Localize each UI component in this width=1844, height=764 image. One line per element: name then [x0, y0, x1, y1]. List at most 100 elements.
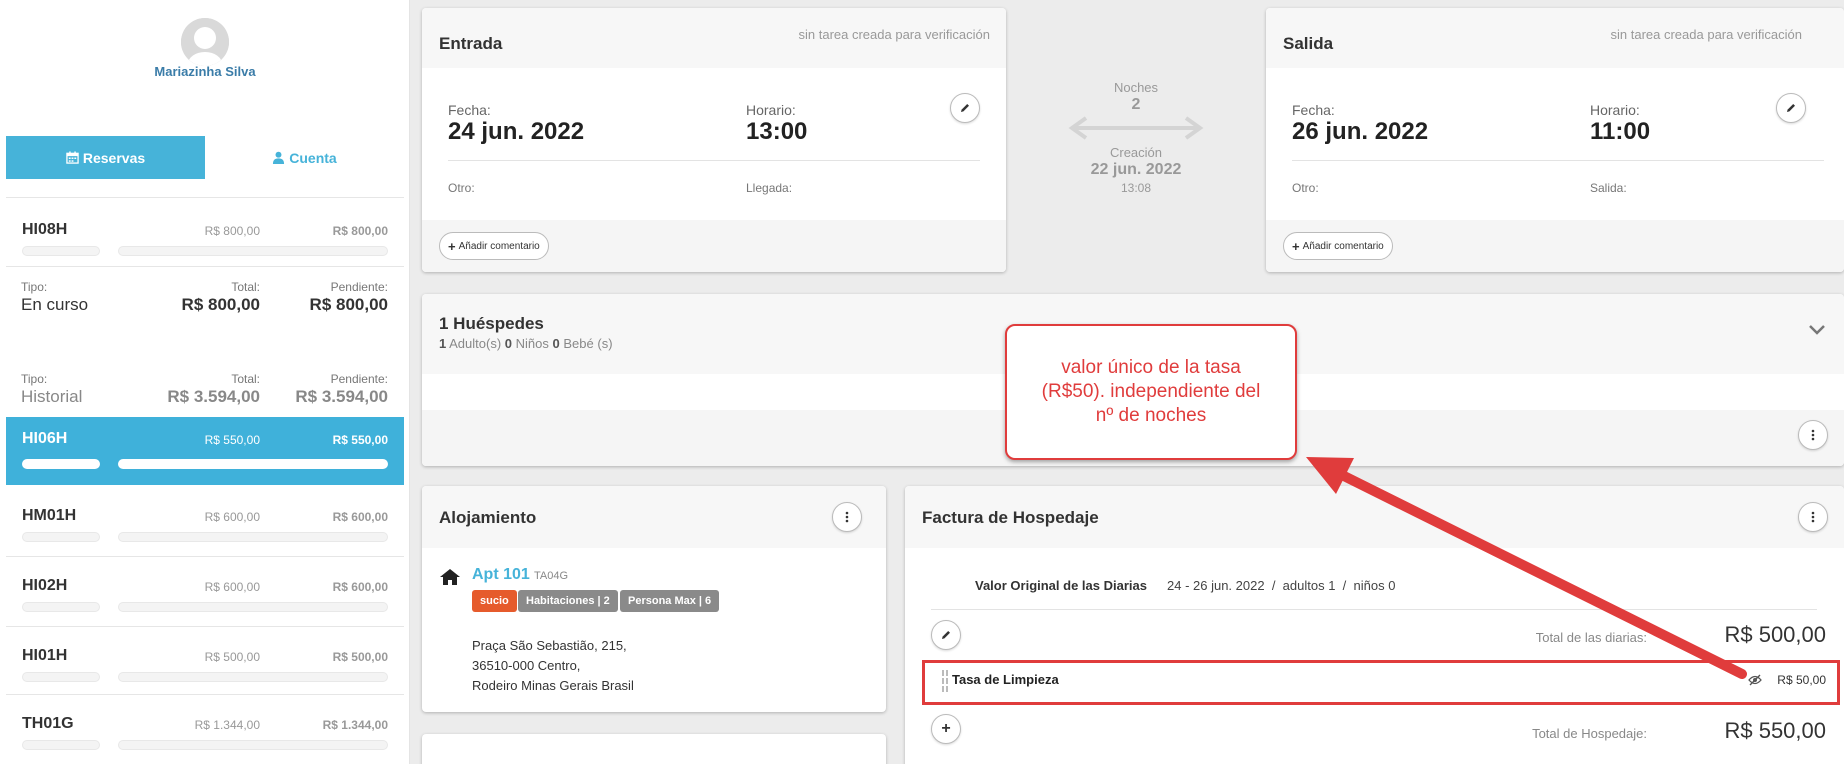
reservation-code: TH01G [22, 715, 74, 732]
separator-text: / [1268, 578, 1280, 593]
tipo-value: En curso [21, 295, 89, 314]
more-options-button[interactable] [832, 502, 862, 532]
annotation-callout: valor único de la tasa (R$50). independi… [1005, 324, 1297, 460]
kids-count: 0 [504, 336, 513, 351]
add-comment-label: Añadir comentario [458, 240, 540, 252]
pending-label: Pendiente: [330, 372, 388, 386]
pencil-icon [1787, 104, 1795, 112]
reservation-pending: R$ 800,00 [332, 224, 388, 238]
add-comment-button[interactable]: + Añadir comentario [439, 232, 549, 260]
total-hospedaje-label: Total de Hospedaje: [1532, 726, 1647, 741]
reservation-row[interactable]: HM01H R$ 600,00 R$ 600,00 [6, 494, 404, 550]
tab-cuenta[interactable]: Cuenta [205, 136, 404, 179]
reservation-total: R$ 800,00 [204, 224, 260, 238]
address-line: Praça São Sebastião, 215, [472, 638, 627, 653]
user-avatar-icon [181, 18, 229, 66]
max-persons-badge: Persona Max | 6 [620, 590, 720, 612]
adults-text: adultos 1 [1282, 578, 1336, 593]
reservation-code: HI01H [22, 647, 68, 664]
salida-title: Salida [1283, 34, 1334, 53]
avatar[interactable] [181, 18, 229, 66]
edit-button[interactable] [1776, 93, 1806, 123]
user-icon [272, 151, 285, 164]
tab-reservas-label: Reservas [82, 149, 146, 166]
double-arrow-icon [1068, 116, 1204, 140]
salida-label: Salida: [1590, 181, 1627, 195]
babies-count: 0 [552, 336, 560, 351]
progress-bar [118, 672, 388, 682]
llegada-label: Llegada: [746, 181, 793, 195]
reservation-total: R$ 1.344,00 [194, 718, 260, 732]
divider [6, 556, 404, 557]
original-date-range: 24 - 26 jun. 2022 / adultos 1 / niños 0 [1167, 578, 1395, 593]
reservation-total: R$ 500,00 [204, 650, 260, 664]
tab-cuenta-label: Cuenta [289, 149, 337, 166]
creacion-label: Creación [1109, 145, 1163, 160]
tab-reservas[interactable]: Reservas [6, 136, 205, 179]
total-value: R$ 800,00 [181, 295, 260, 314]
alojamiento-title: Alojamiento [439, 508, 537, 527]
reservation-row[interactable]: HI08H R$ 800,00 R$ 800,00 [6, 208, 404, 264]
progress-bar [22, 602, 100, 612]
horario-value: 11:00 [1590, 118, 1651, 145]
guests-title: 1 Huéspedes [439, 314, 544, 333]
progress-bar [118, 532, 388, 542]
summary-history: Tipo: Historial Total: R$ 3.594,00 Pendi… [6, 372, 404, 420]
next-card [422, 734, 886, 764]
divider [1292, 160, 1824, 161]
apartment-link[interactable]: Apt 101 [472, 566, 530, 584]
more-options-button[interactable] [1798, 420, 1828, 450]
divider [6, 694, 404, 695]
total-label: Total: [231, 280, 260, 294]
entrada-title: Entrada [439, 34, 503, 53]
progress-bar [22, 246, 100, 256]
address-line: 36510-000 Centro, [472, 658, 581, 673]
guests-summary: 1 Adulto(s) 0 Niños 0 Bebé (s) [439, 336, 613, 351]
noches-value: 2 [1131, 96, 1141, 113]
kids-label: Niños [515, 336, 549, 351]
tipo-value: Historial [21, 387, 83, 406]
total-label: Total: [231, 372, 260, 386]
salida-card: Salida sin tarea creada para verificació… [1266, 8, 1844, 272]
address-line: Rodeiro Minas Gerais Brasil [472, 678, 634, 693]
horario-label: Horario: [746, 102, 796, 118]
reservation-row[interactable]: HI02H R$ 600,00 R$ 600,00 [6, 564, 404, 620]
progress-bar [118, 459, 388, 469]
verification-status: sin tarea creada para verificación [798, 27, 991, 42]
more-vertical-icon [845, 511, 849, 523]
divider [6, 266, 404, 267]
total-diarias-label: Total de las diarias: [1535, 630, 1647, 645]
add-item-button[interactable]: + [931, 714, 961, 744]
fecha-label: Fecha: [448, 102, 491, 118]
reservation-row-selected[interactable]: HI06H R$ 550,00 R$ 550,00 [6, 417, 404, 485]
progress-bar [22, 740, 100, 750]
reservation-row[interactable]: HI01H R$ 500,00 R$ 500,00 [6, 634, 404, 690]
tipo-label: Tipo: [21, 280, 48, 294]
more-options-button[interactable] [1798, 502, 1828, 532]
reservation-row[interactable]: TH01G R$ 1.344,00 R$ 1.344,00 [6, 702, 404, 758]
reservation-code: HM01H [22, 507, 77, 524]
reservation-total: R$ 600,00 [204, 580, 260, 594]
summary-current: Tipo: En curso Total: R$ 800,00 Pendient… [6, 280, 404, 328]
edit-diarias-button[interactable] [931, 620, 961, 650]
reservation-total: R$ 550,00 [204, 433, 260, 447]
home-icon [440, 569, 460, 585]
add-comment-button[interactable]: + Añadir comentario [1283, 232, 1393, 260]
calendar-icon [66, 151, 79, 164]
chevron-down-icon[interactable] [1808, 324, 1826, 336]
highlight-box [922, 660, 1840, 705]
progress-bar [22, 459, 100, 469]
user-name[interactable]: Mariazinha Silva [0, 64, 410, 79]
horario-value: 13:00 [746, 118, 808, 145]
reservation-code: HI06H [22, 430, 68, 447]
total-diarias-value: R$ 500,00 [1724, 622, 1826, 647]
edit-button[interactable] [950, 93, 980, 123]
add-comment-label: Añadir comentario [1302, 240, 1384, 252]
adults-label: Adulto(s) [449, 336, 502, 351]
creacion-date: 22 jun. 2022 [1090, 161, 1182, 178]
verification-status: sin tarea creada para verificación [1610, 27, 1803, 42]
reservation-pending: R$ 500,00 [332, 650, 388, 664]
plus-icon: + [941, 720, 951, 737]
progress-bar [22, 532, 100, 542]
reservation-code: HI02H [22, 577, 68, 594]
